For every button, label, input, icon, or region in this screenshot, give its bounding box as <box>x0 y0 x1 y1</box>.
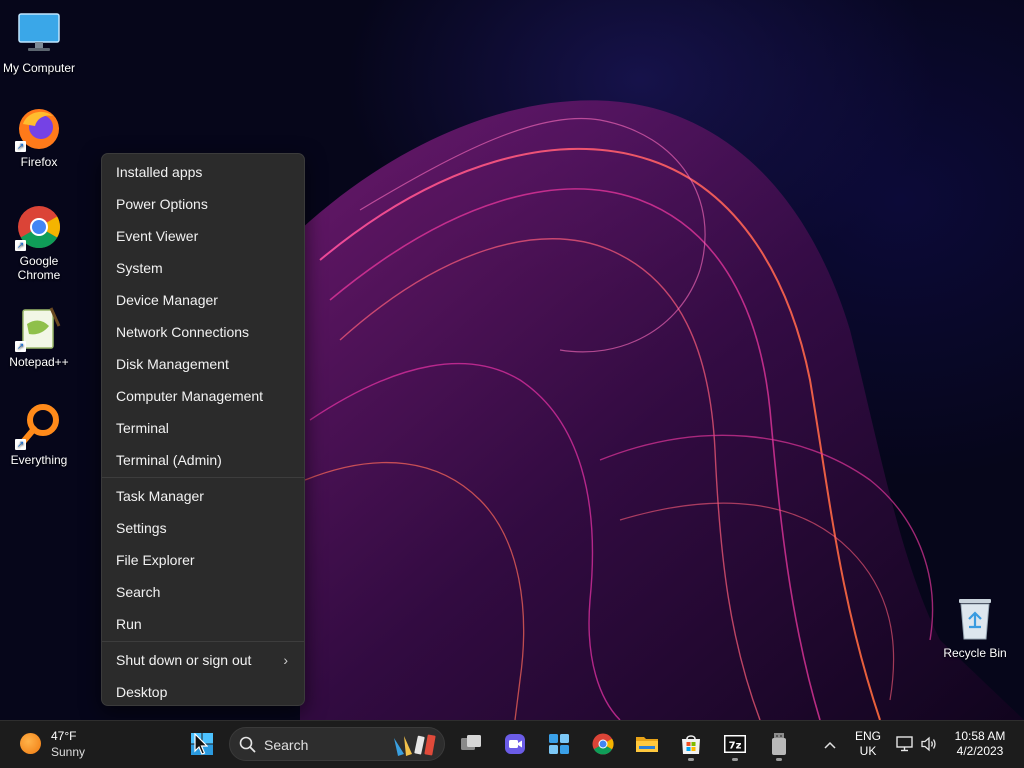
running-indicator <box>688 758 694 761</box>
file-explorer-icon <box>636 737 658 752</box>
monitor-icon <box>18 13 60 51</box>
menu-item-power-options[interactable]: Power Options <box>102 188 304 220</box>
network-volume-button[interactable] <box>894 732 942 756</box>
keyboard-layout: UK <box>859 744 877 758</box>
menu-separator <box>102 477 304 478</box>
menu-item-settings[interactable]: Settings <box>102 512 304 544</box>
desktop-icon-recycle-bin[interactable]: Recycle Bin <box>940 597 1010 660</box>
menu-item-event-viewer[interactable]: Event Viewer <box>102 220 304 252</box>
taskbar-search-box[interactable]: Search <box>229 727 445 761</box>
widgets-icon <box>549 734 569 754</box>
desktop-icon-label: Google Chrome <box>17 254 61 282</box>
power-user-context-menu: Installed apps Power Options Event Viewe… <box>101 153 305 706</box>
language-code: ENG <box>854 729 881 743</box>
desktop-icon-google-chrome[interactable]: ↗ Google Chrome <box>0 203 78 282</box>
shortcut-arrow-icon: ↗ <box>15 439 26 450</box>
chevron-right-icon: › <box>283 652 288 668</box>
menu-item-desktop[interactable]: Desktop <box>102 676 304 708</box>
desktop-icon-my-computer[interactable]: My Computer <box>0 10 78 75</box>
menu-item-device-manager[interactable]: Device Manager <box>102 284 304 316</box>
menu-item-search[interactable]: Search <box>102 576 304 608</box>
microsoft-store-button[interactable] <box>673 726 709 762</box>
desktop-icon-label: My Computer <box>2 61 76 75</box>
menu-item-run[interactable]: Run <box>102 608 304 640</box>
desktop-icon-label: Firefox <box>20 155 58 169</box>
menu-item-label: Shut down or sign out <box>116 652 252 668</box>
desktop-icon-label: Notepad++ <box>9 355 69 369</box>
network-icon <box>896 736 913 752</box>
chrome-taskbar-button[interactable] <box>585 726 621 762</box>
running-indicator <box>776 758 782 761</box>
search-icon <box>239 736 256 753</box>
7zip-icon: 7z <box>724 735 746 753</box>
usb-drive-icon <box>772 733 786 755</box>
menu-item-task-manager[interactable]: Task Manager <box>102 480 304 512</box>
menu-item-installed-apps[interactable]: Installed apps <box>102 156 304 188</box>
meet-button[interactable] <box>497 726 533 762</box>
menu-item-network-connections[interactable]: Network Connections <box>102 316 304 348</box>
task-view-button[interactable] <box>453 726 489 762</box>
clock-time: 10:58 AM <box>954 729 1006 743</box>
search-placeholder: Search <box>264 737 309 753</box>
menu-item-computer-management[interactable]: Computer Management <box>102 380 304 412</box>
chevron-up-icon <box>824 741 836 749</box>
menu-separator <box>102 641 304 642</box>
file-explorer-button[interactable] <box>629 726 665 762</box>
volume-icon <box>921 736 936 752</box>
desktop-icon-notepadpp[interactable]: ↗ Notepad++ <box>0 304 78 369</box>
clock-date: 4/2/2023 <box>956 744 1004 758</box>
chrome-icon <box>592 733 614 755</box>
menu-item-shut-down-or-sign-out[interactable]: Shut down or sign out › <box>102 644 304 676</box>
input-language-indicator[interactable]: ENG UK <box>852 729 884 759</box>
desktop-icon-label: Everything <box>10 453 68 467</box>
menu-item-disk-management[interactable]: Disk Management <box>102 348 304 380</box>
taskbar-clock[interactable]: 10:58 AM 4/2/2023 <box>948 729 1012 759</box>
show-hidden-icons-button[interactable] <box>818 731 842 757</box>
weather-temperature: 47°F <box>51 729 77 743</box>
meet-icon <box>505 734 525 754</box>
recycle-bin-icon <box>959 599 991 640</box>
shortcut-arrow-icon: ↗ <box>15 141 26 152</box>
menu-item-terminal[interactable]: Terminal <box>102 412 304 444</box>
svg-text:7z: 7z <box>729 741 742 752</box>
running-indicator <box>732 758 738 761</box>
usb-drive-button[interactable] <box>761 726 797 762</box>
menu-item-file-explorer[interactable]: File Explorer <box>102 544 304 576</box>
desktop-icon-firefox[interactable]: ↗ Firefox <box>0 104 78 169</box>
task-view-icon <box>461 735 481 750</box>
search-highlight-icon <box>394 734 436 756</box>
menu-item-system[interactable]: System <box>102 252 304 284</box>
shortcut-arrow-icon: ↗ <box>15 240 26 251</box>
shortcut-arrow-icon: ↗ <box>15 341 26 352</box>
microsoft-store-icon <box>682 735 700 754</box>
widgets-button[interactable] <box>541 726 577 762</box>
mouse-cursor-icon <box>194 733 208 755</box>
menu-item-terminal-admin[interactable]: Terminal (Admin) <box>102 444 304 476</box>
desktop-icon-label: Recycle Bin <box>943 646 1007 660</box>
desktop-icon-everything[interactable]: ↗ Everything <box>0 402 78 467</box>
7zip-button[interactable]: 7z <box>717 726 753 762</box>
weather-condition: Sunny <box>51 745 86 759</box>
sun-icon <box>20 733 41 754</box>
